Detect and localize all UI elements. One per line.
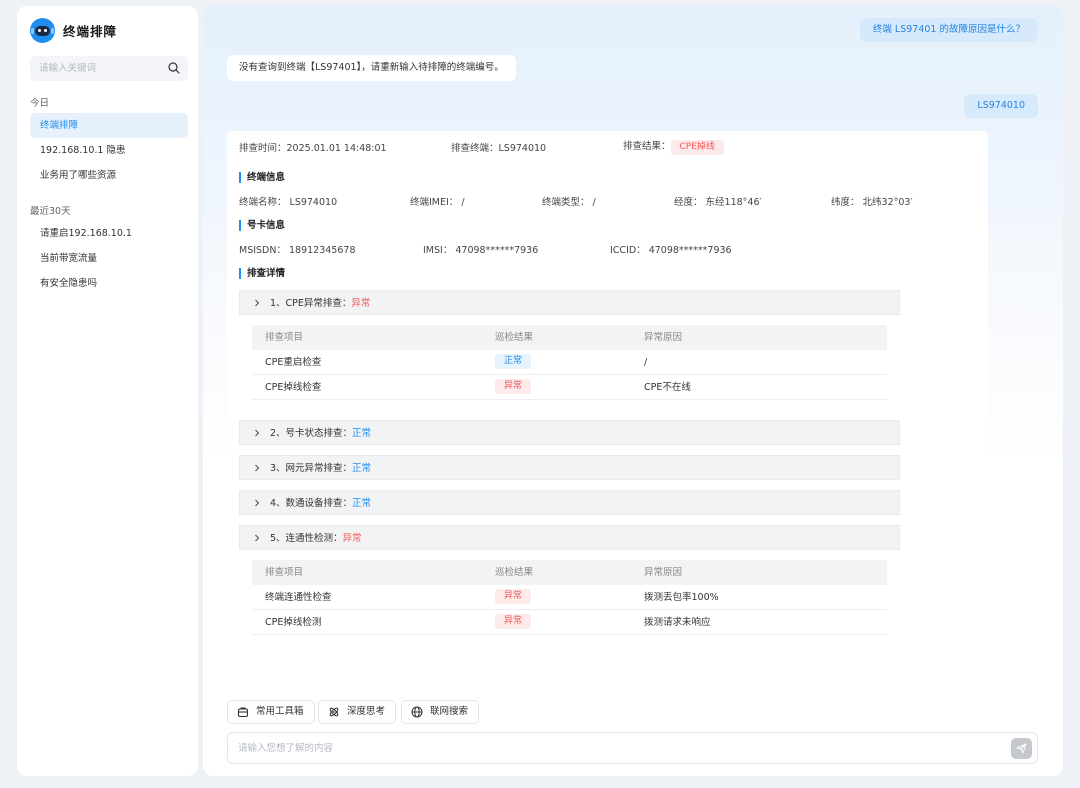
group-label-recent: 最近30天 — [30, 206, 71, 217]
search-input[interactable] — [39, 56, 159, 81]
table-header-row: 排查项目 巡检结果 异常原因 — [252, 560, 887, 585]
search-icon[interactable] — [168, 62, 180, 74]
section-title-terminal-info: 终端信息 — [239, 172, 285, 183]
section-status: 正常 — [352, 428, 372, 439]
toolbox-button[interactable]: 常用工具箱 — [227, 700, 315, 724]
table-row: CPE掉线检查 异常 CPE不在线 — [252, 375, 887, 400]
check-time: 排查时间：2025.01.01 14:48:01 — [239, 143, 387, 154]
collapse-section-network-element[interactable]: 3、网元异常排查：正常 — [239, 455, 900, 480]
history-item-terminal-troubleshoot[interactable]: 终端排障 — [30, 113, 188, 138]
status-badge: 正常 — [495, 354, 532, 369]
deep-think-button[interactable]: 深度思考 — [318, 700, 397, 724]
section-status: 正常 — [352, 463, 372, 474]
chevron-right-icon — [255, 299, 260, 307]
collapse-section-cpe[interactable]: 1、CPE异常排查：异常 — [239, 290, 900, 315]
robot-logo-icon — [30, 18, 55, 43]
history-item-business-resources[interactable]: 业务用了哪些资源 — [30, 163, 188, 188]
message-input[interactable] — [238, 733, 998, 763]
troubleshoot-result-card: 排查时间：2025.01.01 14:48:01 排查终端：LS974010 排… — [227, 131, 988, 651]
terminal-latitude: 纬度： 北纬32°03′ — [831, 197, 913, 208]
chevron-right-icon — [255, 499, 260, 507]
connectivity-check-table: 排查项目 巡检结果 异常原因 终端连通性检查 异常 拨测丢包率100% CPE掉… — [252, 560, 887, 635]
bot-message: 没有查询到终端【LS97401】，请重新输入待排障的终端编号。 — [227, 55, 516, 81]
chevron-right-icon — [255, 534, 260, 542]
terminal-longitude: 经度： 东经118°46′ — [674, 197, 762, 208]
history-item-restart-ip[interactable]: 请重启192.168.10.1 — [30, 221, 188, 246]
user-message: 终端 LS97401 的故障原因是什么？ — [859, 18, 1038, 42]
check-result: 排查结果： CPE掉线 — [623, 138, 724, 155]
table-row: CPE重启检查 正常 / — [252, 350, 887, 375]
cpe-check-table: 排查项目 巡检结果 异常原因 CPE重启检查 正常 / CPE掉线检查 异常 C… — [252, 325, 887, 400]
search-box — [30, 56, 188, 81]
brand: 终端排障 — [30, 18, 117, 43]
history-item-bandwidth[interactable]: 当前带宽流量 — [30, 246, 188, 271]
table-row: 终端连通性检查 异常 拨测丢包率100% — [252, 585, 887, 610]
send-button[interactable] — [1011, 738, 1032, 759]
composer — [227, 732, 1038, 764]
collapse-section-card-status[interactable]: 2、号卡状态排查：正常 — [239, 420, 900, 445]
status-badge: CPE掉线 — [670, 140, 724, 155]
card-imsi: IMSI： 47098******7936 — [423, 245, 539, 256]
group-label-today: 今日 — [30, 98, 50, 109]
status-badge: 异常 — [495, 614, 532, 629]
user-message: LS974010 — [964, 94, 1038, 118]
status-badge: 异常 — [495, 589, 532, 604]
chat-main: 终端 LS97401 的故障原因是什么？ 没有查询到终端【LS97401】，请重… — [203, 6, 1063, 776]
toolbox-icon — [237, 707, 249, 718]
section-title-detail: 排查详情 — [239, 268, 285, 279]
section-status: 异常 — [351, 298, 371, 309]
table-row: CPE掉线检测 异常 拨测请求未响应 — [252, 610, 887, 635]
history-item-security[interactable]: 有安全隐患吗 — [30, 271, 188, 296]
sidebar: 终端排障 今日 终端排障 192.168.10.1 隐患 业务用了哪些资源 最近… — [17, 6, 198, 776]
collapse-section-datacom-device[interactable]: 4、数通设备排查：正常 — [239, 490, 900, 515]
card-msisdn: MSISDN： 18912345678 — [239, 245, 356, 256]
section-title-card-info: 号卡信息 — [239, 220, 285, 231]
send-icon — [1016, 743, 1027, 754]
section-status: 正常 — [352, 498, 372, 509]
section-status: 异常 — [342, 533, 362, 544]
terminal-name: 终端名称： LS974010 — [239, 197, 338, 208]
terminal-type: 终端类型： / — [542, 197, 596, 208]
chevron-right-icon — [255, 464, 260, 472]
terminal-imei: 终端IMEI： / — [410, 197, 465, 208]
app-name: 终端排障 — [63, 24, 118, 39]
atom-icon — [329, 707, 339, 717]
collapse-section-connectivity[interactable]: 5、连通性检测：异常 — [239, 525, 900, 550]
history-item-ip-hazard[interactable]: 192.168.10.1 隐患 — [30, 138, 188, 163]
web-search-button[interactable]: 联网搜索 — [401, 700, 480, 724]
status-badge: 异常 — [495, 379, 532, 394]
globe-icon — [411, 706, 423, 718]
table-header-row: 排查项目 巡检结果 异常原因 — [252, 325, 887, 350]
chevron-right-icon — [255, 429, 260, 437]
card-iccid: ICCID： 47098******7936 — [610, 245, 732, 256]
check-terminal: 排查终端：LS974010 — [451, 143, 547, 154]
